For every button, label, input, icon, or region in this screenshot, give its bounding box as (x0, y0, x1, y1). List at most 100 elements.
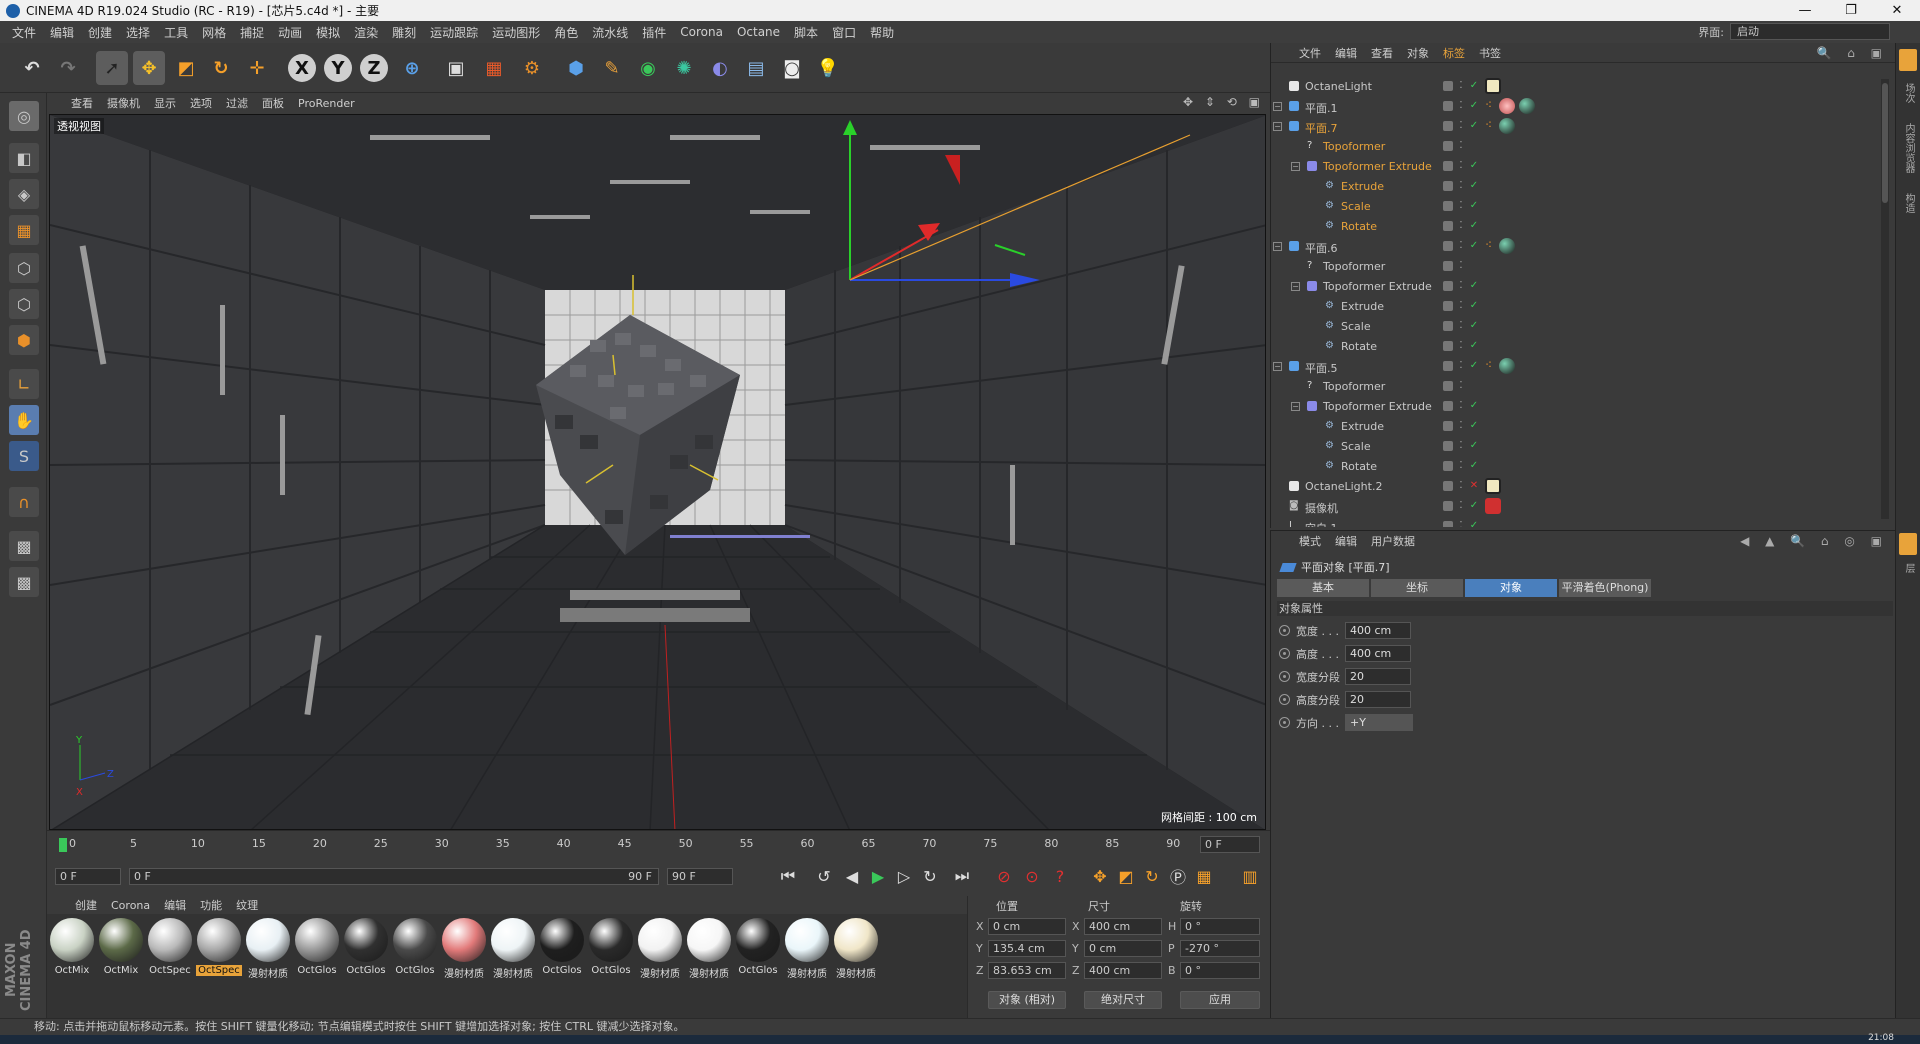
rotate-tool-icon[interactable]: ↻ (205, 51, 237, 85)
redo-icon[interactable]: ↷ (52, 51, 84, 85)
material-menu-item[interactable]: Corona (111, 899, 150, 912)
enabled-check-icon[interactable]: ✓ (1469, 421, 1479, 431)
enabled-check-icon[interactable]: ✓ (1469, 241, 1479, 251)
workplane-lock-icon[interactable]: ▩ (9, 531, 39, 561)
visibility-dots-icon[interactable]: ⁚ (1456, 221, 1466, 231)
menu-item[interactable]: 捕捉 (240, 24, 264, 41)
object-name[interactable]: Topoformer (1323, 380, 1385, 393)
object-manager-menu-item[interactable]: 对象 (1407, 45, 1429, 61)
enabled-check-icon[interactable]: ✓ (1469, 221, 1479, 231)
object-tree-row[interactable]: ⚙ Rotate ⁚ ✓ (1271, 457, 1881, 477)
visibility-flags[interactable]: ⁚ ✓ (1443, 181, 1479, 191)
material-swatch[interactable]: OctMix (98, 918, 144, 984)
object-tree-row[interactable]: ? Topoformer ⁚ (1271, 257, 1881, 277)
model-mode-icon[interactable]: ◧ (9, 143, 39, 173)
object-manager-nav-icons[interactable]: 🔍 ⌂ ▣ (1816, 46, 1888, 60)
timeline-track[interactable]: 0 5 10 15 20 25 30 35 40 45 50 55 60 65 70 75 80 85 90 (59, 835, 1189, 855)
menu-item[interactable]: 创建 (88, 24, 112, 41)
tab-layers[interactable]: 层 (1900, 563, 1916, 573)
restore-button[interactable]: ❐ (1828, 0, 1874, 21)
visibility-dots-icon[interactable]: ⁚ (1456, 341, 1466, 351)
material-swatch[interactable]: OctGlos (294, 918, 340, 984)
object-tree-row[interactable]: − Topoformer Extrude ⁚ ✓ (1271, 157, 1881, 177)
light-icon[interactable]: 💡 (812, 51, 844, 85)
material-swatch[interactable]: 漫射材质 (490, 918, 536, 984)
animate-radio-icon[interactable] (1279, 671, 1290, 682)
visibility-flags[interactable]: ⁚ ✓ (1443, 161, 1479, 171)
menu-item[interactable]: 脚本 (794, 24, 818, 41)
object-name[interactable]: OctaneLight.2 (1305, 480, 1382, 493)
move-tool-icon[interactable]: ✥ (133, 51, 165, 85)
visibility-flags[interactable]: ⁚ ✓ (1443, 321, 1479, 331)
viewport-menu-item[interactable]: 显示 (154, 95, 176, 111)
object-tree-row[interactable]: ⚙ Scale ⁚ ✓ (1271, 437, 1881, 457)
visibility-dots-icon[interactable]: ⁚ (1456, 461, 1466, 471)
tree-expander-icon[interactable]: − (1273, 242, 1282, 251)
attribute-tab[interactable]: 对象 (1465, 579, 1557, 597)
viewport-nav-icons[interactable]: ✥ ⇕ ⟲ ▣ (1183, 95, 1264, 109)
material-swatch[interactable]: 漫射材质 (245, 918, 291, 984)
object-name[interactable]: Topoformer Extrude (1323, 280, 1432, 293)
enabled-check-icon[interactable]: ✓ (1469, 521, 1479, 528)
material-menu-item[interactable]: 创建 (75, 897, 97, 913)
subdivision-surface-icon[interactable]: ◉ (632, 51, 664, 85)
visibility-dots-icon[interactable]: ⁚ (1456, 81, 1466, 91)
material-swatch[interactable]: OctSpec (196, 918, 242, 984)
material-menu-item[interactable]: 编辑 (164, 897, 186, 913)
object-tree-row[interactable]: ⚙ Scale ⁚ ✓ (1271, 317, 1881, 337)
animate-radio-icon[interactable] (1279, 694, 1290, 705)
visibility-dots-icon[interactable]: ⁚ (1456, 241, 1466, 251)
visibility-dots-icon[interactable]: ⁚ (1456, 481, 1466, 491)
viewport-menu-item[interactable]: ProRender (298, 97, 355, 110)
viewport-menu-item[interactable]: 过滤 (226, 95, 248, 111)
enabled-check-icon[interactable]: ✓ (1469, 81, 1479, 91)
object-tree-row[interactable]: ⚙ Rotate ⁚ ✓ (1271, 217, 1881, 237)
enabled-check-icon[interactable]: ✓ (1469, 121, 1479, 131)
material-swatch[interactable]: 漫射材质 (637, 918, 683, 984)
object-name[interactable]: Topoformer (1323, 260, 1385, 273)
camera-icon[interactable]: ◙ (776, 51, 808, 85)
object-name[interactable]: 摄像机 (1305, 500, 1338, 516)
material-swatch[interactable]: OctMix (49, 918, 95, 984)
octane-light-tag-icon[interactable] (1485, 478, 1501, 494)
visibility-dots-icon[interactable]: ⁚ (1456, 521, 1466, 528)
timeline-window-icon[interactable]: ▥ (1237, 864, 1263, 888)
object-tree-row[interactable]: ? Topoformer ⁚ (1271, 377, 1881, 397)
magnet-icon[interactable]: ∩ (9, 487, 39, 517)
visibility-flags[interactable]: ⁚ ✓ (1443, 221, 1479, 231)
object-tree-row[interactable]: ⚙ Extrude ⁚ ✓ (1271, 417, 1881, 437)
make-editable-icon[interactable]: ◎ (9, 101, 39, 131)
object-manager-menu-item[interactable]: 编辑 (1335, 45, 1357, 61)
perspective-viewport[interactable]: Y X Z 透视视图 网格间距 : 100 cm (49, 114, 1266, 830)
tweak-mode-icon[interactable]: ✋ (9, 405, 39, 435)
material-menu-item[interactable]: 纹理 (236, 897, 258, 913)
object-tree-row[interactable]: ⚙ Extrude ⁚ ✓ (1271, 297, 1881, 317)
polygons-mode-icon[interactable]: ⬢ (9, 325, 39, 355)
apply-button[interactable]: 应用 (1180, 991, 1260, 1009)
visibility-flags[interactable]: ⁚ ✓ (1443, 421, 1479, 431)
pen-spline-icon[interactable]: ✎ (596, 51, 628, 85)
material-swatch[interactable]: OctGlos (392, 918, 438, 984)
material-swatch[interactable]: 漫射材质 (686, 918, 732, 984)
visibility-dots-icon[interactable]: ⁚ (1456, 161, 1466, 171)
deformer-icon[interactable]: ◐ (704, 51, 736, 85)
visibility-flags[interactable]: ⁚ ✓ (1443, 401, 1479, 411)
enabled-check-icon[interactable]: ✓ (1469, 361, 1479, 371)
object-tree-row[interactable]: OctaneLight ⁚ ✓ (1271, 77, 1881, 97)
points-mode-icon[interactable]: ⬡ (9, 253, 39, 283)
object-name[interactable]: Topoformer (1323, 140, 1385, 153)
visibility-flags[interactable]: ⁚ ✓ (1443, 361, 1479, 371)
object-tree-row[interactable]: ⚙ Scale ⁚ ✓ (1271, 197, 1881, 217)
object-name[interactable]: Topoformer Extrude (1323, 160, 1432, 173)
object-name[interactable]: 平面.6 (1305, 240, 1338, 256)
visibility-dots-icon[interactable]: ⁚ (1456, 301, 1466, 311)
material-tag-icon[interactable] (1499, 358, 1515, 374)
viewport-menu-item[interactable]: 摄像机 (107, 95, 140, 111)
scale-tool-icon[interactable]: ◩ (170, 51, 202, 85)
render-picture-viewer-icon[interactable]: ▦ (478, 51, 510, 85)
snapping-icon[interactable]: S (9, 441, 39, 471)
tree-expander-icon[interactable]: − (1273, 122, 1282, 131)
visibility-dots-icon[interactable]: ⁚ (1456, 181, 1466, 191)
coordinate-mode-dropdown[interactable]: 对象 (相对) (988, 991, 1066, 1009)
object-name[interactable]: Rotate (1341, 220, 1377, 233)
